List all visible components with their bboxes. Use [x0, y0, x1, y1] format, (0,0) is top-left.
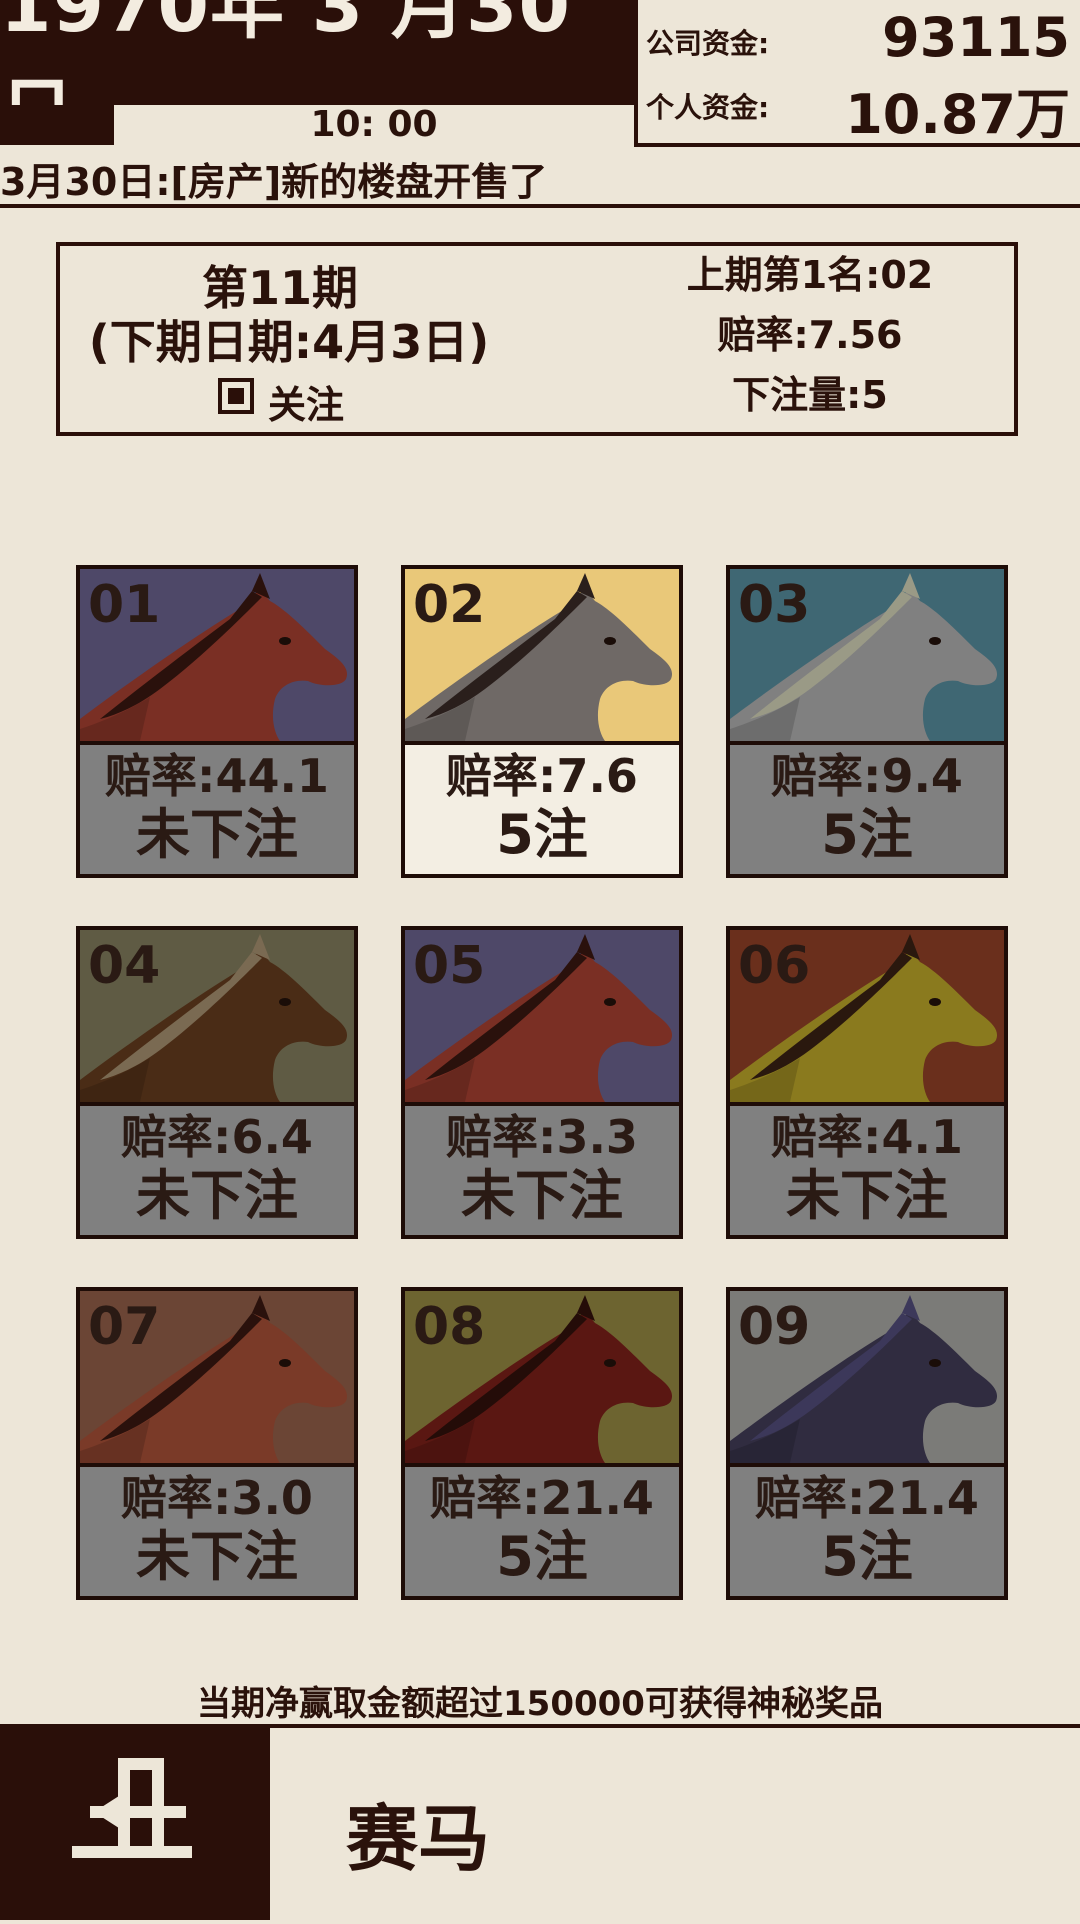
horse-card-04[interactable]: 04 赔率:6.4 未下注	[76, 926, 358, 1239]
personal-funds-value: 10.87万	[845, 83, 1070, 146]
horse-bet-status: 未下注	[786, 1164, 948, 1227]
horse-card-03[interactable]: 03 赔率:9.4 5注	[726, 565, 1008, 878]
page-title: 赛马	[346, 1797, 491, 1881]
company-funds-value: 93115	[882, 6, 1070, 69]
horse-bet-status: 未下注	[136, 1525, 298, 1588]
horse-number: 08	[413, 1297, 486, 1357]
horse-bet-status: 未下注	[136, 803, 298, 866]
horse-card-05[interactable]: 05 赔率:3.3 未下注	[401, 926, 683, 1239]
news-divider	[0, 204, 1080, 208]
exit-door-icon	[72, 1758, 192, 1858]
horse-card-02[interactable]: 02 赔率:7.6 5注	[401, 565, 683, 878]
game-date: 1970年 3 月30日	[0, 0, 571, 156]
horse-number: 03	[738, 575, 811, 635]
horse-odds: 赔率:9.4	[771, 749, 963, 803]
horse-odds: 赔率:4.1	[771, 1110, 963, 1164]
race-odds-label: 赔率:7.56	[717, 313, 903, 357]
horse-number: 09	[738, 1297, 811, 1357]
horse-number: 04	[88, 936, 161, 996]
horse-bet-status: 5注	[496, 1525, 588, 1588]
news-ticker: 3月30日:[房产]新的楼盘开售了	[0, 159, 548, 204]
header-fill	[0, 105, 114, 145]
company-funds-label: 公司资金:	[646, 27, 770, 60]
horse-odds: 赔率:44.1	[105, 749, 329, 803]
horse-card-09[interactable]: 09 赔率:21.4 5注	[726, 1287, 1008, 1600]
horse-odds: 赔率:21.4	[430, 1471, 654, 1525]
horse-odds: 赔率:3.3	[446, 1110, 638, 1164]
next-date-label: (下期日期:4月3日)	[88, 315, 490, 369]
horse-number: 07	[88, 1297, 161, 1357]
last-winner-label: 上期第1名:02	[686, 253, 934, 297]
horse-number: 01	[88, 575, 161, 635]
game-time: 10: 00	[310, 103, 438, 145]
follow-checkbox[interactable]	[218, 378, 254, 414]
horse-bet-status: 未下注	[461, 1164, 623, 1227]
horse-card-06[interactable]: 06 赔率:4.1 未下注	[726, 926, 1008, 1239]
horse-odds: 赔率:7.6	[446, 749, 638, 803]
horse-card-08[interactable]: 08 赔率:21.4 5注	[401, 1287, 683, 1600]
horse-odds: 赔率:21.4	[755, 1471, 979, 1525]
horse-bet-status: 5注	[821, 803, 913, 866]
horse-bet-status: 5注	[496, 803, 588, 866]
horse-bet-status: 5注	[821, 1525, 913, 1588]
horse-odds: 赔率:6.4	[121, 1110, 313, 1164]
horse-number: 02	[413, 575, 486, 635]
personal-funds-label: 个人资金:	[646, 91, 770, 124]
promo-text: 当期净赢取金额超过150000可获得神秘奖品	[197, 1683, 883, 1724]
horse-odds: 赔率:3.0	[121, 1471, 313, 1525]
horse-card-01[interactable]: 01 赔率:44.1 未下注	[76, 565, 358, 878]
follow-label[interactable]: 关注	[268, 374, 344, 429]
bet-amount-label: 下注量:5	[732, 373, 888, 417]
horse-card-07[interactable]: 07 赔率:3.0 未下注	[76, 1287, 358, 1600]
horse-number: 06	[738, 936, 811, 996]
exit-button[interactable]	[0, 1728, 270, 1920]
horse-bet-status: 未下注	[136, 1164, 298, 1227]
horse-number: 05	[413, 936, 486, 996]
